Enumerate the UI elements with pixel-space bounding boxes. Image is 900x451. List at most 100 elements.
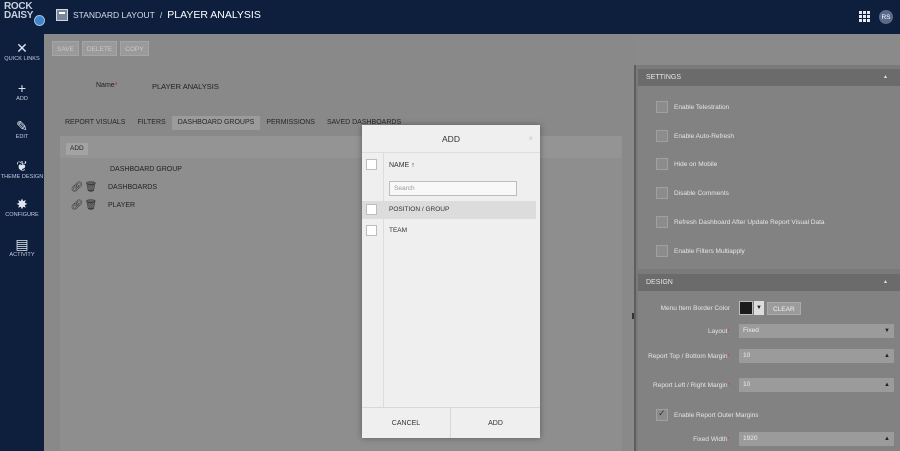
fixed-width-value: 1920 xyxy=(743,435,758,442)
sidebar-item-theme-design[interactable]: ❦ THEME DESIGN xyxy=(0,158,44,180)
checkbox[interactable] xyxy=(656,187,668,199)
name-field[interactable]: PLAYER ANALYSIS xyxy=(150,80,336,94)
toolbar: SAVE DELETE COPY xyxy=(52,41,149,56)
margin-lr-stepper[interactable]: 10 ▲ xyxy=(739,378,894,392)
layout-icon xyxy=(56,9,68,21)
group-name: DASHBOARDS xyxy=(108,183,158,191)
setting-label: Refresh Dashboard After Update Report Vi… xyxy=(674,218,825,226)
fixed-width-stepper[interactable]: 1920 ▲ xyxy=(739,432,894,446)
column-header-dashboard-group[interactable]: DASHBOARD GROUP xyxy=(110,166,182,173)
list-item[interactable]: TEAM xyxy=(362,222,536,240)
setting-enable-auto-refresh[interactable]: Enable Auto-Refresh xyxy=(656,130,734,142)
delete-button[interactable]: DELETE xyxy=(81,41,118,56)
stepper-arrows-icon[interactable]: ▲ xyxy=(884,349,890,363)
name-column-header[interactable]: NAME ↑ xyxy=(389,162,415,169)
list-item-label: TEAM xyxy=(389,227,408,234)
save-button[interactable]: SAVE xyxy=(52,41,79,56)
top-bar: ROCK DAISY STANDARD LAYOUT / PLAYER ANAL… xyxy=(0,0,900,34)
tab-dashboard-groups[interactable]: DASHBOARD GROUPS xyxy=(171,116,261,130)
add-group-button[interactable]: ADD xyxy=(66,143,88,155)
checkbox[interactable] xyxy=(656,245,668,257)
checkbox[interactable] xyxy=(656,216,668,228)
list-divider xyxy=(383,153,384,407)
margin-lr-label-text: Report Left / Right Margin xyxy=(653,381,728,389)
setting-enable-telestration[interactable]: Enable Telestration xyxy=(656,101,729,113)
plus-icon: + xyxy=(17,80,27,96)
trash-icon[interactable]: 🗑︎ xyxy=(84,200,98,211)
cancel-button[interactable]: CANCEL xyxy=(362,408,451,438)
required-mark: * xyxy=(114,82,118,89)
clear-color-button[interactable]: CLEAR xyxy=(767,301,801,315)
settings-section-header[interactable]: SETTINGS ▲ xyxy=(638,69,900,86)
checkbox[interactable] xyxy=(656,158,668,170)
avatar[interactable]: RS xyxy=(879,10,893,24)
list-item-label: POSITION / GROUP xyxy=(389,206,450,213)
link-icon[interactable]: 🔗︎ xyxy=(70,200,84,211)
fixed-width-label: Fixed Width* xyxy=(646,436,734,443)
fixed-width-label-text: Fixed Width xyxy=(693,435,728,443)
stepper-arrows-icon[interactable]: ▲ xyxy=(884,432,890,446)
collapse-caret-icon[interactable]: ▲ xyxy=(883,69,888,86)
search-input[interactable]: Search xyxy=(389,181,517,196)
layout-value: Fixed xyxy=(743,327,759,334)
sidebar-item-add[interactable]: + ADD xyxy=(0,80,44,102)
setting-label: Enable Filters Multiapply xyxy=(674,247,745,255)
add-button[interactable]: ADD xyxy=(451,408,540,438)
trash-icon[interactable]: 🗑︎ xyxy=(84,182,98,193)
settings-panel: SETTINGS ▲ Enable Telestration Enable Au… xyxy=(634,65,900,451)
sidebar-item-activity[interactable]: ▤ ACTIVITY xyxy=(0,236,44,258)
setting-enable-filters-multiapply[interactable]: Enable Filters Multiapply xyxy=(656,245,745,257)
checkbox-checked[interactable] xyxy=(656,408,668,421)
apps-grid-icon[interactable] xyxy=(859,11,870,22)
setting-refresh-dashboard[interactable]: Refresh Dashboard After Update Report Vi… xyxy=(656,216,825,228)
copy-button[interactable]: COPY xyxy=(120,41,149,56)
table-row: 🔗︎ 🗑︎ PLAYER xyxy=(70,197,220,213)
select-all-checkbox[interactable] xyxy=(366,159,377,170)
required-mark: * xyxy=(727,381,730,389)
link-icon[interactable]: 🔗︎ xyxy=(70,182,84,193)
sidebar: ✕ QUICK LINKS + ADD ✎ EDIT ❦ THEME DESIG… xyxy=(0,34,44,451)
dialog-footer: CANCEL ADD xyxy=(362,407,540,438)
margin-tb-label: Report Top / Bottom Margin* xyxy=(646,353,734,360)
tab-filters[interactable]: FILTERS xyxy=(131,116,171,130)
margin-tb-stepper[interactable]: 10 ▲ xyxy=(739,349,894,363)
name-label: Name* xyxy=(96,82,117,89)
tab-bar: REPORT VISUALS FILTERS DASHBOARD GROUPS … xyxy=(59,116,407,130)
page-title: PLAYER ANALYSIS xyxy=(167,9,261,21)
checkbox[interactable] xyxy=(656,130,668,142)
sidebar-item-configure[interactable]: ✸ CONFIGURE xyxy=(0,196,44,218)
stepper-arrows-icon[interactable]: ▲ xyxy=(884,378,890,392)
close-icon[interactable]: × xyxy=(528,134,533,143)
setting-label: Enable Telestration xyxy=(674,103,730,111)
color-swatch[interactable] xyxy=(739,301,753,315)
setting-label: Enable Report Outer Margins xyxy=(674,411,759,419)
sidebar-item-edit[interactable]: ✎ EDIT xyxy=(0,118,44,140)
sidebar-item-quick-links[interactable]: ✕ QUICK LINKS xyxy=(0,40,44,62)
menu-border-color-label: Menu Item Border Color xyxy=(660,304,730,312)
design-section-header[interactable]: DESIGN ▲ xyxy=(638,274,900,291)
margin-tb-label-text: Report Top / Bottom Margin xyxy=(648,352,728,360)
tab-permissions[interactable]: PERMISSIONS xyxy=(260,116,321,130)
brand-logo[interactable]: ROCK DAISY xyxy=(4,2,45,32)
list-item[interactable]: POSITION / GROUP xyxy=(362,201,536,219)
breadcrumb-layout[interactable]: STANDARD LAYOUT xyxy=(73,10,155,20)
setting-enable-outer-margins[interactable]: Enable Report Outer Margins xyxy=(656,408,759,421)
dialog-title: ADD xyxy=(362,125,540,153)
palette-icon: ❦ xyxy=(16,158,28,174)
add-dialog: ADD × NAME ↑ Search POSITION / GROUP TEA… xyxy=(362,125,540,438)
setting-label: Enable Auto-Refresh xyxy=(674,132,734,140)
main-content: SAVE DELETE COPY Name* PLAYER ANALYSIS R… xyxy=(44,34,634,451)
sidebar-item-label: EDIT xyxy=(15,134,29,140)
checkbox[interactable] xyxy=(366,204,377,215)
tab-report-visuals[interactable]: REPORT VISUALS xyxy=(59,116,131,130)
collapse-caret-icon[interactable]: ▲ xyxy=(883,274,888,291)
required-mark: * xyxy=(727,327,730,335)
checkbox[interactable] xyxy=(656,101,668,113)
setting-label: Hide on Mobile xyxy=(674,160,718,168)
sidebar-item-label: ADD xyxy=(16,96,28,102)
chevron-down-icon[interactable]: ▼ xyxy=(754,301,764,315)
layout-select[interactable]: Fixed ▼ xyxy=(739,324,894,338)
setting-disable-comments[interactable]: Disable Comments xyxy=(656,187,729,199)
checkbox[interactable] xyxy=(366,225,377,236)
setting-hide-on-mobile[interactable]: Hide on Mobile xyxy=(656,158,717,170)
